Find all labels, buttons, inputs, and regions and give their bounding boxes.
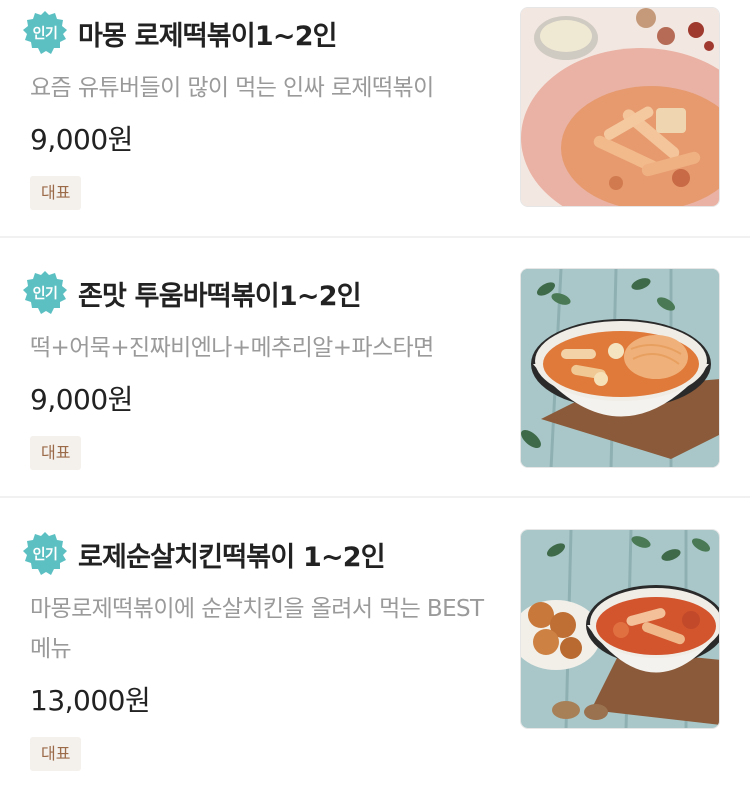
menu-item-name: 로제순살치킨떡볶이 1~2인 [78, 541, 386, 573]
menu-item-description: 마몽로제떡볶이에 순살치킨을 올려서 먹는 BEST 메뉴 [30, 596, 484, 662]
menu-item[interactable]: 인기 마몽 로제떡볶이1~2인 요즘 유튜버들이 많이 먹는 인싸 로제떡볶이 … [0, 0, 750, 238]
menu-list: 인기 마몽 로제떡볶이1~2인 요즘 유튜버들이 많이 먹는 인싸 로제떡볶이 … [0, 0, 750, 787]
menu-item-price: 9,000원 [30, 383, 133, 416]
toowoomba-tteokbokki-image [521, 269, 719, 467]
menu-item-price: 13,000원 [30, 684, 151, 717]
menu-item-description: 떡+어묵+진짜비엔나+메추리알+파스타면 [30, 335, 434, 361]
menu-item-name: 마몽 로제떡볶이1~2인 [78, 20, 338, 52]
representative-tag: 대표 [30, 176, 82, 210]
menu-item-description: 요즘 유튜버들이 많이 먹는 인싸 로제떡볶이 [30, 75, 434, 101]
menu-item-title-row: 인기 존맛 투움바떡볶이1~2인 [22, 268, 492, 318]
rose-chicken-tteokbokki-image [521, 530, 719, 728]
popular-badge-label: 인기 [32, 547, 58, 563]
menu-item-title-row: 인기 마몽 로제떡볶이1~2인 [22, 8, 492, 58]
menu-item-title-row: 인기 로제순살치킨떡볶이 1~2인 [22, 529, 492, 579]
menu-item-info: 인기 로제순살치킨떡볶이 1~2인 마몽로제떡볶이에 순살치킨을 올려서 먹는 … [22, 529, 492, 771]
menu-item-name: 존맛 투움바떡볶이1~2인 [78, 280, 362, 312]
menu-item-info: 인기 마몽 로제떡볶이1~2인 요즘 유튜버들이 많이 먹는 인싸 로제떡볶이 … [22, 8, 492, 210]
menu-item-info: 인기 존맛 투움바떡볶이1~2인 떡+어묵+진짜비엔나+메추리알+파스타면 9,… [22, 268, 492, 470]
representative-tag: 대표 [30, 436, 82, 470]
menu-item-photo[interactable] [520, 7, 720, 207]
menu-item-price: 9,000원 [30, 123, 133, 156]
representative-tag: 대표 [30, 737, 82, 771]
menu-item[interactable]: 인기 로제순살치킨떡볶이 1~2인 마몽로제떡볶이에 순살치킨을 올려서 먹는 … [0, 498, 750, 787]
popular-badge: 인기 [22, 10, 68, 56]
popular-badge-label: 인기 [32, 26, 58, 42]
menu-item[interactable]: 인기 존맛 투움바떡볶이1~2인 떡+어묵+진짜비엔나+메추리알+파스타면 9,… [0, 238, 750, 498]
popular-badge-label: 인기 [32, 286, 58, 302]
popular-badge: 인기 [22, 531, 68, 577]
popular-badge: 인기 [22, 270, 68, 316]
menu-item-photo[interactable] [520, 529, 720, 729]
menu-item-photo[interactable] [520, 268, 720, 468]
rose-tteokbokki-image [521, 8, 719, 206]
